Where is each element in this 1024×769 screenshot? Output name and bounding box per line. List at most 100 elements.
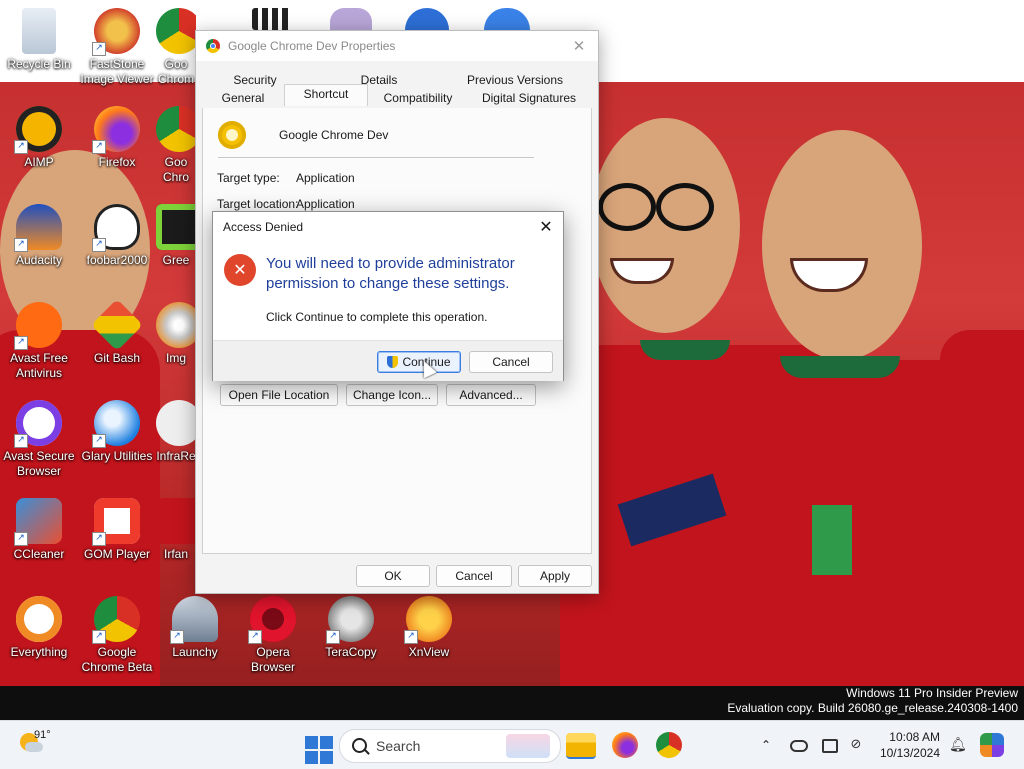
access-denied-instruction: Click Continue to complete this operatio… [266,310,488,324]
tab-general[interactable]: General [204,89,282,107]
cancel-button[interactable]: Cancel [436,565,512,587]
desktop-icon-aimp[interactable]: ↗ AIMP [0,106,78,170]
ok-button[interactable]: OK [356,565,430,587]
watermark-line-1: Windows 11 Pro Insider Preview [846,686,1018,700]
desktop-icon-label: Git Bash [93,351,141,365]
desktop-icon-label: Audacity [15,253,63,267]
display-icon[interactable] [822,739,838,753]
xnview-icon: ↗ [404,596,452,644]
apply-button[interactable]: Apply [518,565,592,587]
start-button[interactable] [298,729,333,764]
desktop-icon-label: Everything [10,645,68,659]
desktop-icon-label: Launchy [172,645,218,659]
desktop-icon-ccleaner[interactable]: ↗ CCleaner [0,498,78,562]
windows-watermark: Windows 11 Pro Insider Preview Evaluatio… [727,686,1018,716]
everything-icon [16,596,62,642]
properties-titlebar[interactable]: Google Chrome Dev Properties ✕ [196,31,598,61]
irfanview-icon [156,498,196,544]
desktop-icon-label: GOM Player [83,547,150,561]
copilot-icon[interactable] [980,733,1004,757]
desktop-icon-everything[interactable]: Everything [0,596,78,660]
tab-shortcut[interactable]: Shortcut [284,84,368,106]
clock-date[interactable]: 10/13/2024 [876,746,940,760]
desktop-icon-video-editor[interactable] [252,8,292,30]
firefox-taskbar-icon[interactable] [612,732,638,758]
shortcut-arrow-icon: ↗ [14,434,28,448]
desktop-icon-foobar2000[interactable]: ↗ foobar2000 [78,204,156,268]
desktop-icon-irfanview[interactable]: Irfan [156,498,196,562]
onedrive-offline-icon[interactable] [790,740,808,752]
audacity-icon: ↗ [14,204,62,252]
windows-logo-icon [320,736,333,749]
git-bash-icon [90,298,144,352]
advanced-button[interactable]: Advanced... [446,384,536,406]
access-denied-footer: Continue Cancel [213,340,563,381]
desktop-icon-imgburn[interactable]: Img [156,302,196,366]
weather-widget[interactable]: 91° [18,729,78,761]
tab-compatibility[interactable]: Compatibility [368,89,468,107]
desktop-icon-gom-player[interactable]: ↗ GOM Player [78,498,156,562]
desktop-icon-label: Recycle Bin [7,57,71,71]
desktop-icon-google-chrome-beta[interactable]: ↗ Google Chrome Beta [78,596,156,675]
desktop-icon-greenshot[interactable]: Gree [156,204,196,268]
desktop-icon-label: Opera Browser [250,645,295,674]
open-file-location-button[interactable]: Open File Location [220,384,338,406]
access-denied-message: You will need to provide administrator p… [266,255,515,292]
shortcut-arrow-icon: ↗ [92,532,106,546]
desktop-icon-label: FastStone Image Viewer [80,57,154,86]
watermark-line-2: Evaluation copy. Build 26080.ge_release.… [727,701,1018,715]
shortcut-arrow-icon: ↗ [14,336,28,350]
wallpaper-jersey-far-right [940,330,1024,686]
desktop-icon-git-bash[interactable]: Git Bash [78,298,156,366]
desktop-icon-glary-utilities[interactable]: ↗ Glary Utilities [78,400,156,464]
desktop-icon-label: Avast Free Antivirus [10,351,68,380]
desktop-icon-avast-free-antivirus[interactable]: ↗ Avast Free Antivirus [0,302,78,381]
desktop-icon-label: XnView [408,645,450,659]
desktop-icon-faststone[interactable]: ↗ FastStone Image Viewer [78,8,156,87]
taskbar: 91° Search ⌃ ⊘ 10:08 AM 10/13/2024 🔔︎ [0,720,1024,769]
file-explorer-icon[interactable] [566,733,596,759]
change-icon-button[interactable]: Change Icon... [346,384,438,406]
target-type-value: Application [296,171,355,185]
desktop-icon-infrarecorder[interactable]: InfraRe [156,400,196,464]
desktop-icon-launchy[interactable]: ↗ Launchy [156,596,234,660]
desktop-icon-google-chrome[interactable]: Goo Chrom [156,8,196,87]
desktop-icon-app-purple[interactable] [330,8,372,30]
chrome-icon [156,106,196,152]
taskbar-search[interactable]: Search [339,729,561,763]
desktop-icon-teracopy[interactable]: ↗ TeraCopy [312,596,390,660]
firefox-icon: ↗ [92,106,140,154]
shortcut-arrow-icon: ↗ [92,238,106,252]
temperature: 91° [34,729,51,741]
notification-bell-icon[interactable]: 🔔︎ [949,737,967,753]
close-icon[interactable]: ✕ [535,216,557,238]
target-location-label: Target location: [217,197,299,211]
desktop-icon-label: Irfan [163,547,188,561]
shortcut-arrow-icon: ↗ [170,630,184,644]
tab-digital-signatures[interactable]: Digital Signatures [472,89,586,107]
desktop-icon-opera-browser[interactable]: ↗ Opera Browser [234,596,312,675]
desktop-icon-label: Google Chrome Beta [81,645,153,674]
shortcut-arrow-icon: ↗ [92,434,106,448]
desktop-icon-label: TeraCopy [325,645,377,659]
desktop-icon-recycle-bin[interactable]: Recycle Bin [0,8,78,72]
close-icon[interactable]: ✕ [568,35,590,57]
uac-shield-icon [387,356,399,368]
tab-previous-versions[interactable]: Previous Versions [460,71,570,89]
network-icon[interactable]: ⊘ [848,737,864,753]
chrome-icon [156,8,196,54]
foobar-icon: ↗ [92,204,140,252]
cancel-button[interactable]: Cancel [469,351,553,373]
chevron-up-icon[interactable]: ⌃ [758,737,774,753]
clock-time[interactable]: 10:08 AM [884,730,940,744]
chrome-beta-taskbar-icon[interactable] [656,732,682,758]
cloud-icon [25,742,43,752]
desktop-icon-firefox[interactable]: ↗ Firefox [78,106,156,170]
desktop-icon-label: InfraRe [156,449,196,463]
divider [218,157,534,158]
desktop-icon-audacity[interactable]: ↗ Audacity [0,204,78,268]
launchy-icon: ↗ [170,596,218,644]
desktop-icon-google-chrome-2[interactable]: Goo Chro [156,106,196,185]
desktop-icon-xnview[interactable]: ↗ XnView [390,596,468,660]
desktop-icon-avast-secure-browser[interactable]: ↗ Avast Secure Browser [0,400,78,479]
